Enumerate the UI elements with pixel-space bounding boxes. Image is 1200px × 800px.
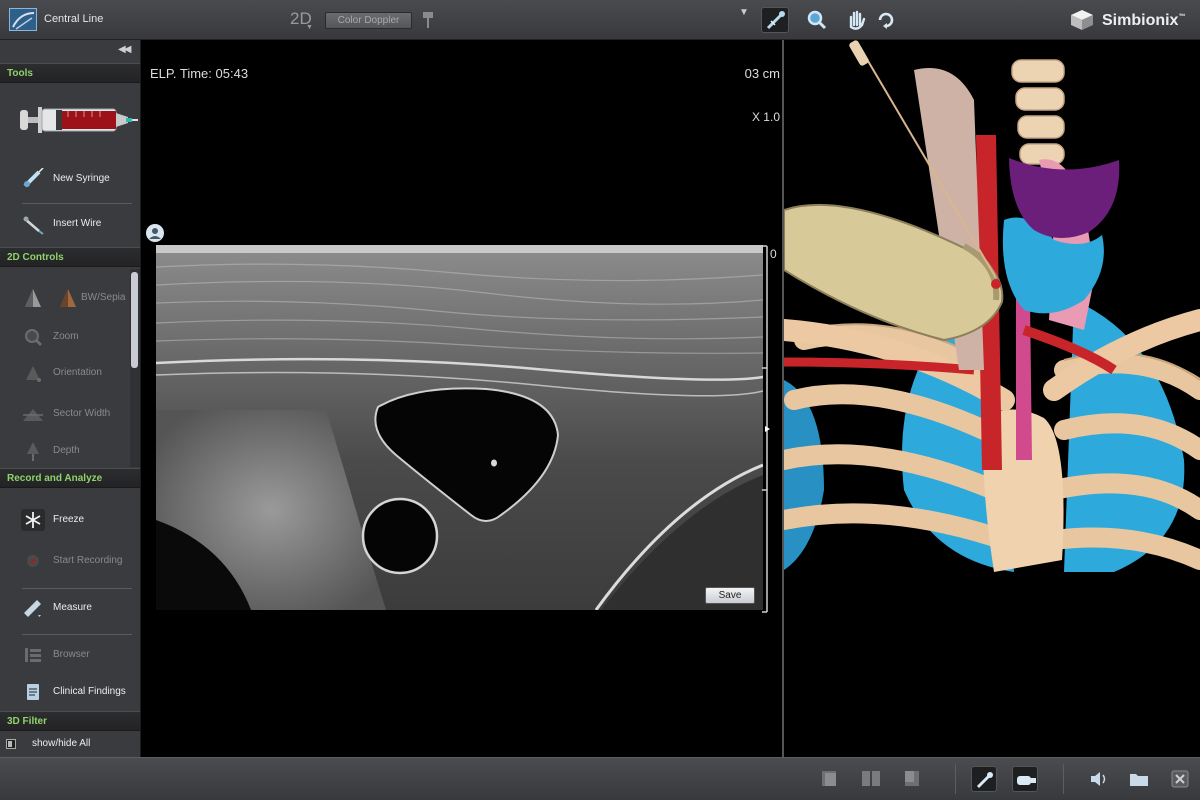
wire-icon [21,213,45,235]
save-button[interactable]: Save [705,587,755,604]
brand-logo: Simbionix™ [1068,8,1185,32]
app-title: Central Line [44,13,104,25]
bw-sepia-button[interactable]: BW/Sepia [17,285,132,311]
browser-label: Browser [53,649,90,660]
depth-label: Depth [53,445,80,456]
record-icon [21,550,45,572]
panel-scrollbar-thumb[interactable] [131,272,138,368]
ultrasound-view: ELP. Time: 05:43 03 cm X 1.0 0 Save [141,40,783,757]
chevron-down-icon: ▼ [306,24,313,31]
brand-name: Simbionix [1102,12,1179,29]
measure-label: Measure [53,602,92,613]
sound-icon[interactable] [1085,766,1111,792]
zoom-icon[interactable] [803,7,831,33]
depth-readout: 03 cm [744,66,780,81]
ultrasound-image[interactable] [156,245,763,610]
sepia-triangle-icon [57,287,79,309]
divider [955,764,956,794]
anatomy-3d-view[interactable] [784,40,1200,572]
depth-button[interactable]: Depth [17,438,137,464]
sector-width-icon [21,403,45,425]
probe-view-icon[interactable] [1012,766,1038,792]
divider [22,588,132,589]
start-recording-label: Start Recording [53,555,123,566]
folder-icon[interactable] [1126,766,1152,792]
show-hide-all-label: show/hide All [32,738,91,749]
needle-tool-icon[interactable] [761,7,789,33]
ruler-icon [21,597,45,619]
rotate-icon[interactable] [872,7,900,33]
section-3d-filter-label: 3D Filter [7,716,48,727]
elapsed-time: ELP. Time: 05:43 [150,66,249,81]
divider [22,203,132,204]
clinical-findings-icon [21,681,45,703]
insert-wire-button[interactable]: Insert Wire [17,211,137,237]
browser-list-icon [21,644,45,666]
app-logo-icon [9,8,37,31]
orientation-button[interactable]: Orientation [17,360,137,386]
start-recording-button[interactable]: Start Recording [17,548,137,574]
orientation-label: Orientation [53,367,102,378]
sector-width-label: Sector Width [53,408,111,419]
depth-scale [762,245,770,613]
pan-hand-icon[interactable] [843,7,871,33]
zoom-readout: X 1.0 [751,110,780,124]
person-orientation-icon[interactable] [145,223,165,243]
section-2d-controls: 2D Controls [0,247,140,267]
section-2d-controls-label: 2D Controls [7,252,64,263]
section-record-analyze-label: Record and Analyze [7,473,103,484]
new-syringe-label: New Syringe [53,173,110,184]
orientation-icon [21,362,45,384]
zoom-control-icon [21,326,45,348]
show-hide-all-checkbox[interactable]: show/hide All [6,737,131,753]
section-tools-label: Tools [7,68,33,79]
syringe-icon [20,98,138,142]
clinical-findings-label: Clinical Findings [53,686,126,697]
divider [22,634,132,635]
needle-view-icon[interactable] [971,766,997,792]
chevron-down-icon[interactable]: ▼ [739,7,749,18]
single-view-icon[interactable] [817,766,843,792]
new-syringe-button[interactable]: New Syringe [17,166,137,192]
section-tools: Tools [0,63,140,83]
collapse-panel-icon[interactable]: ◀◀ [118,44,131,55]
clinical-findings-button[interactable]: Clinical Findings [17,679,137,705]
zoom-control-label: Zoom [53,331,79,342]
brand-trademark: ™ [1178,13,1186,21]
split-view-icon[interactable] [858,766,884,792]
bottom-toolbar [0,757,1200,800]
cube-logo-icon [1071,10,1093,30]
top-toolbar: Central Line 2D ▼ Color Doppler ▼ Simbio… [0,0,1200,40]
insert-wire-label: Insert Wire [53,218,102,229]
checkbox-icon[interactable] [6,739,16,749]
doppler-probe-icon[interactable] [420,10,436,30]
freeze-button[interactable]: Freeze [17,507,137,533]
section-3d-filter: 3D Filter [0,711,140,731]
divider [1063,764,1064,794]
snowflake-icon [21,509,45,531]
close-icon[interactable] [1167,766,1193,792]
3d-view-icon[interactable] [899,766,925,792]
zoom-control-button[interactable]: Zoom [17,324,137,350]
measure-button[interactable]: Measure [17,595,137,621]
depth-scale-zero: 0 [770,247,777,261]
bw-triangle-icon [21,287,45,309]
browser-button[interactable]: Browser [17,642,137,668]
bw-sepia-label: BW/Sepia [81,292,126,303]
syringe-small-icon [21,167,45,190]
color-doppler-button[interactable]: Color Doppler [325,12,412,29]
left-control-panel: ◀◀ Tools New Syringe Insert Wire 2D Cont… [0,40,141,757]
freeze-label: Freeze [53,514,85,525]
sector-width-button[interactable]: Sector Width [17,401,137,427]
section-record-analyze: Record and Analyze [0,468,140,488]
depth-icon [21,440,45,462]
